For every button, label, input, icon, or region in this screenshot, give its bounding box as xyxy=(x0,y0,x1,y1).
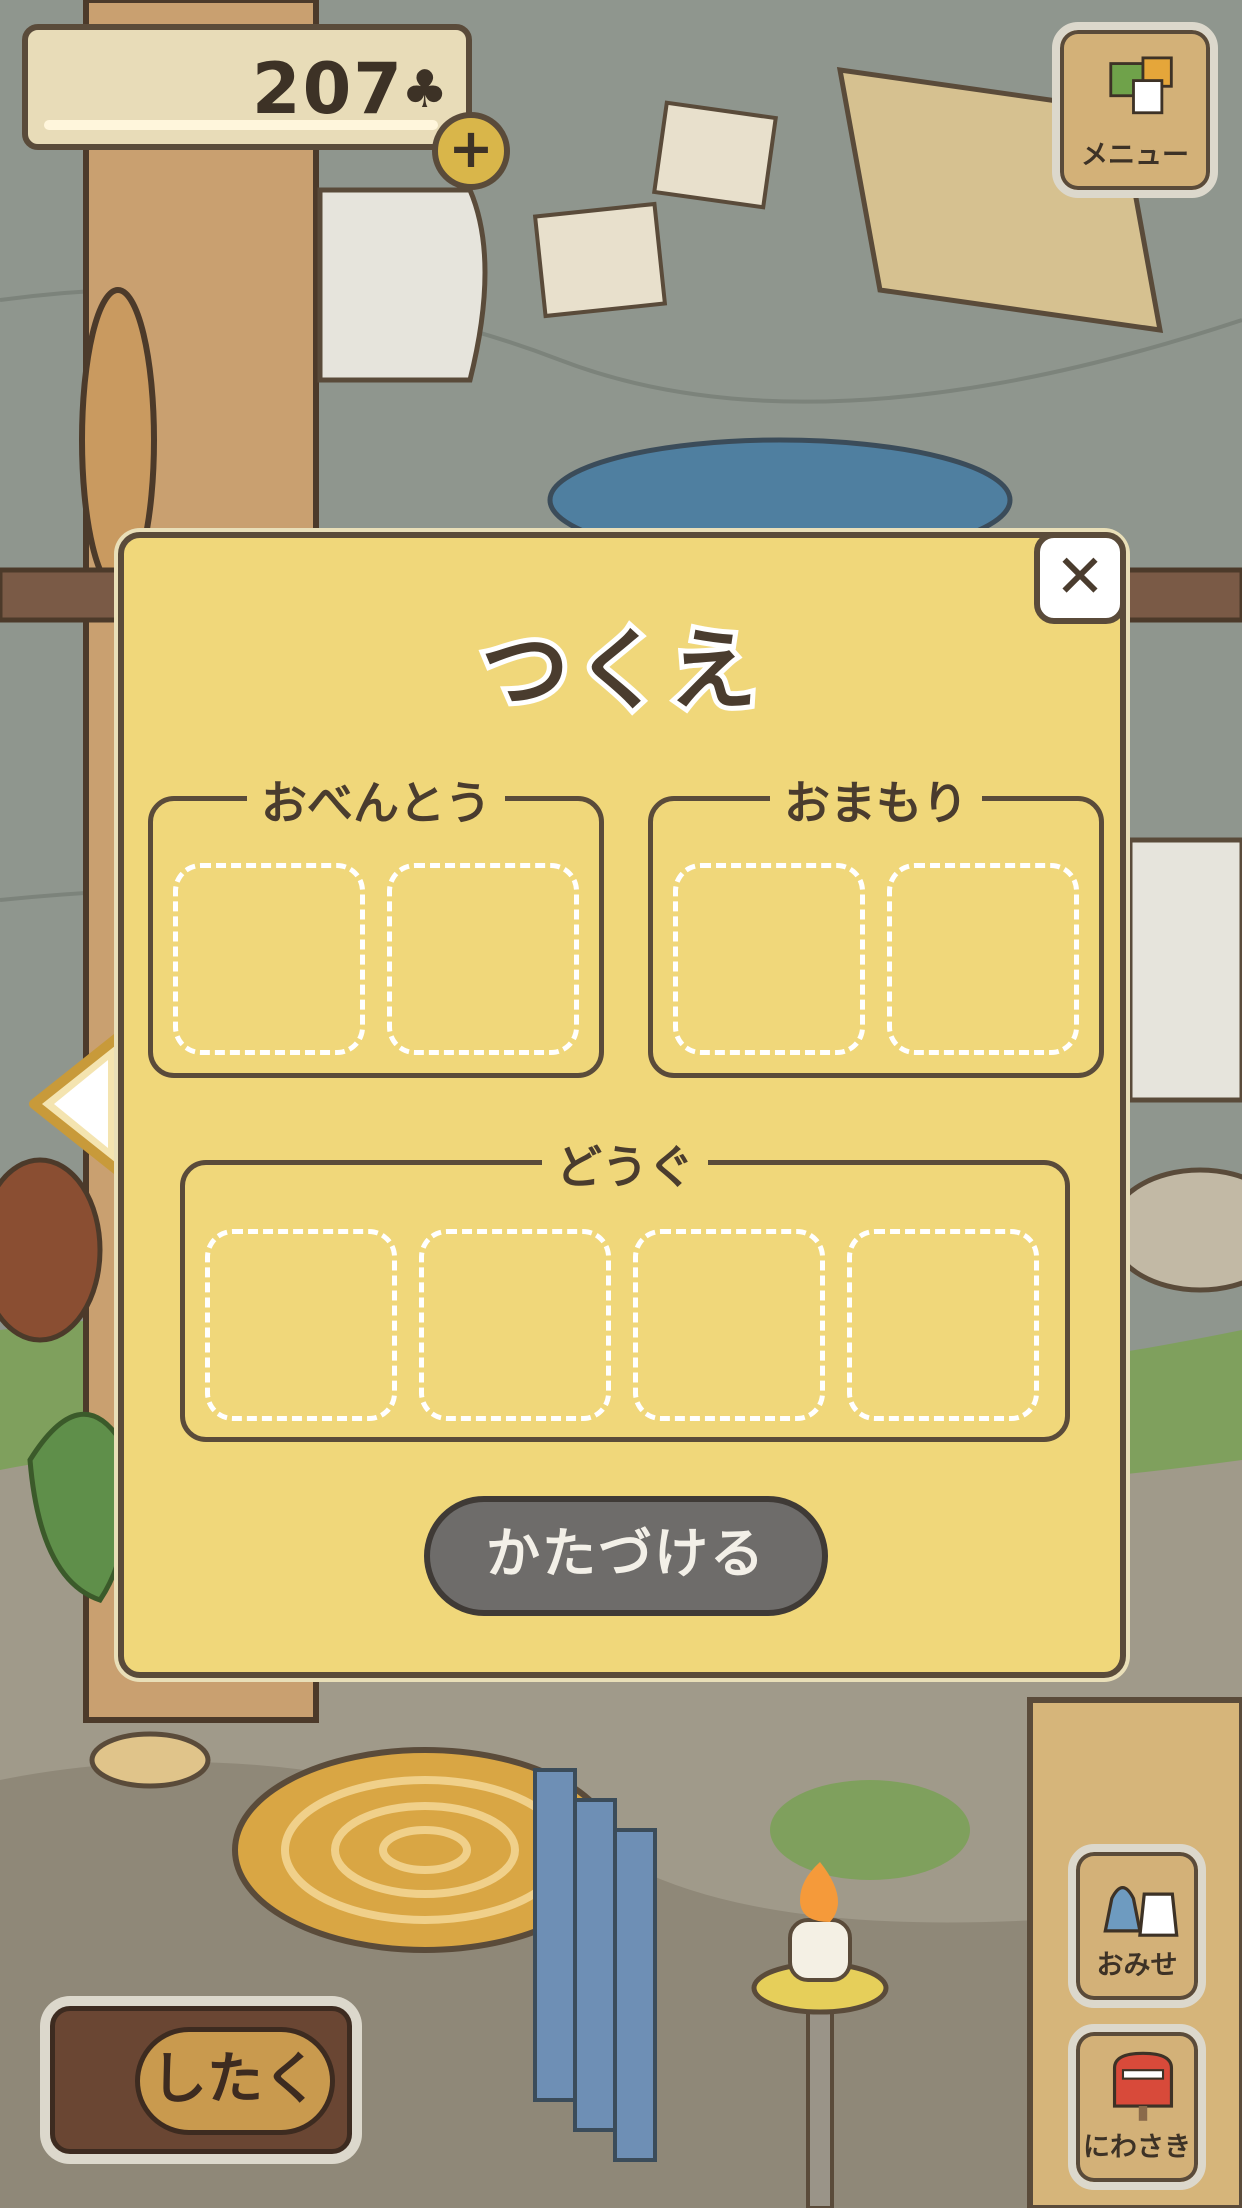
desk-dialog: つくえ おべんとう おまもり どうぐ かたづける xyxy=(118,532,1126,1678)
prep-label: したく xyxy=(135,2027,335,2135)
left-arrow-icon[interactable] xyxy=(26,1026,130,1182)
add-clover-button[interactable]: + xyxy=(432,112,510,190)
charm-section: おまもり xyxy=(648,776,1104,1078)
tool-slot-2[interactable] xyxy=(419,1229,611,1421)
bento-section-label: おべんとう xyxy=(247,776,505,830)
menu-button[interactable]: メニュー xyxy=(1052,22,1218,198)
menu-cards-icon xyxy=(1109,56,1173,115)
charm-slot-1[interactable] xyxy=(673,863,865,1055)
bento-slot-2[interactable] xyxy=(387,863,579,1055)
clover-icon: ♣ xyxy=(401,60,448,120)
tool-slot-1[interactable] xyxy=(205,1229,397,1421)
menu-label: メニュー xyxy=(1081,140,1189,171)
clover-counter: 207 ♣ xyxy=(22,24,472,150)
tool-section-label: どうぐ xyxy=(542,1140,708,1194)
mailbox-icon xyxy=(1112,2051,1174,2121)
clover-count: 207 xyxy=(251,48,404,130)
bento-section: おべんとう xyxy=(148,776,604,1078)
prep-log: したく xyxy=(50,2006,352,2154)
tool-section: どうぐ xyxy=(180,1140,1070,1442)
close-button[interactable]: ✕ xyxy=(1034,532,1126,624)
clear-button[interactable]: かたづける xyxy=(424,1496,828,1616)
counter-bar xyxy=(44,120,438,130)
tool-slot-3[interactable] xyxy=(633,1229,825,1421)
shop-bags-icon xyxy=(1103,1886,1179,1937)
garden-label: にわさき xyxy=(1083,2132,1191,2163)
shop-label: おみせ xyxy=(1096,1950,1178,1981)
shop-button[interactable]: おみせ xyxy=(1068,1844,1206,2008)
bento-slot-1[interactable] xyxy=(173,863,365,1055)
tool-slot-4[interactable] xyxy=(847,1229,1039,1421)
charm-slot-2[interactable] xyxy=(887,863,1079,1055)
prep-button[interactable]: したく xyxy=(40,1996,362,2164)
charm-section-label: おまもり xyxy=(770,776,982,830)
dialog-title: つくえ xyxy=(476,614,763,727)
garden-button[interactable]: にわさき xyxy=(1068,2024,1206,2190)
